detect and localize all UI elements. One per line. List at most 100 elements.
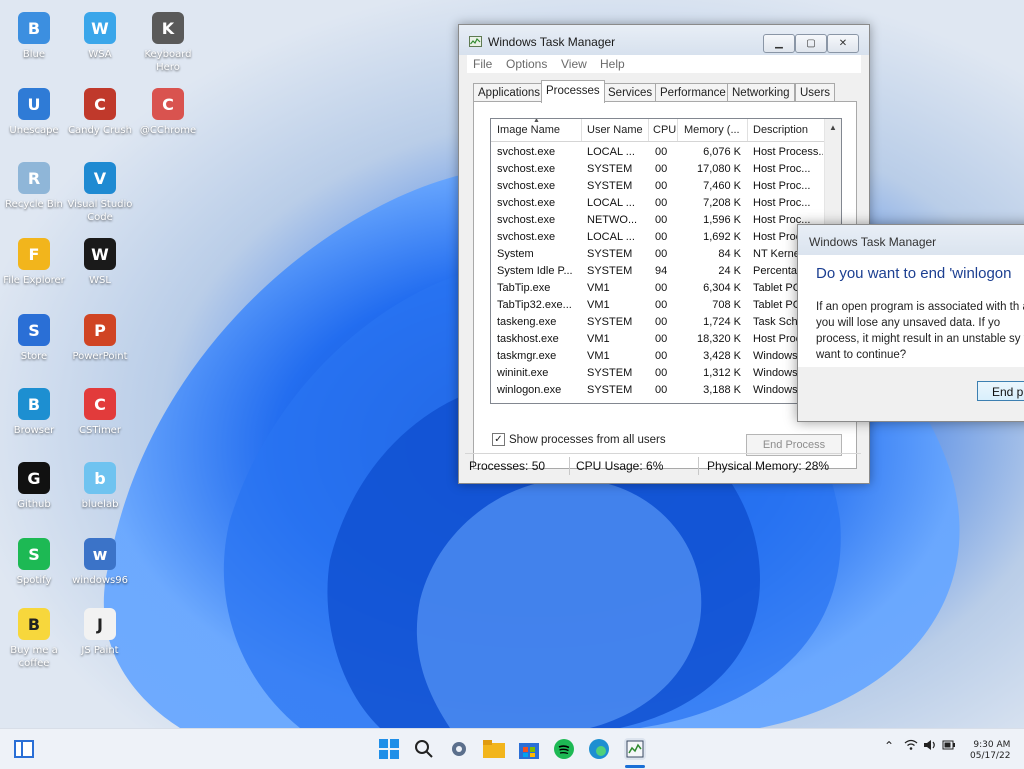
task-manager-taskbar-icon[interactable] xyxy=(624,738,646,760)
cell-image-name: TabTip32.exe... xyxy=(497,299,572,311)
start-icon[interactable] xyxy=(378,738,400,760)
tab-networking[interactable]: Networking xyxy=(727,83,795,102)
desktop-icon-powerpoint[interactable]: P PowerPoint xyxy=(66,314,134,363)
tab-processes[interactable]: Processes xyxy=(541,80,605,103)
system-clock[interactable]: 9:30 AM 05/17/22 xyxy=(970,740,1010,762)
battery-icon[interactable] xyxy=(942,739,956,754)
cell-cpu: 00 xyxy=(655,299,668,311)
column-cpu[interactable]: CPU xyxy=(653,124,676,136)
menu-file[interactable]: File xyxy=(473,57,492,71)
desktop-icon-recycle-bin[interactable]: R Recycle Bin xyxy=(0,162,68,211)
cell-image-name: svchost.exe xyxy=(497,214,556,226)
desktop-icon-unescape[interactable]: U Unescape xyxy=(0,88,68,137)
desktop-icon-candy-crush[interactable]: C Candy Crush xyxy=(66,88,134,137)
cell-image-name: taskhost.exe xyxy=(497,333,559,345)
close-button[interactable]: ✕ xyxy=(827,34,859,53)
keyboard-icon: K xyxy=(152,12,184,44)
desktop-icon-windows96[interactable]: w windows96 xyxy=(66,538,134,587)
tab-performance[interactable]: Performance xyxy=(655,83,731,102)
desktop-icon-spotify[interactable]: S Spotify xyxy=(0,538,68,587)
cell-user-name: LOCAL ... xyxy=(587,231,635,243)
menu-help[interactable]: Help xyxy=(600,57,625,71)
end-process-dialog[interactable]: Windows Task Manager Do you want to end … xyxy=(797,224,1024,422)
desktop-icon-blue[interactable]: B Blue xyxy=(0,12,68,61)
desktop-icon-wsl[interactable]: W WSL xyxy=(66,238,134,287)
task-view-icon[interactable] xyxy=(13,738,35,760)
menu-options[interactable]: Options xyxy=(506,57,547,71)
taskbar: ⌃ 9:30 AM 05/17/22 xyxy=(0,728,1024,769)
github-icon: G xyxy=(18,462,50,494)
desktop-icon--cchrome[interactable]: C @CChrome xyxy=(134,88,202,137)
cell-image-name: System xyxy=(497,248,534,260)
table-row[interactable]: svchost.exe NETWO... 00 1,596 K Host Proc... xyxy=(491,212,825,229)
scroll-up-icon[interactable]: ▲ xyxy=(829,123,837,132)
settings-icon[interactable] xyxy=(448,738,470,760)
table-row[interactable]: svchost.exe SYSTEM 00 7,460 K Host Proc... xyxy=(491,178,825,195)
desktop-icon-store[interactable]: S Store xyxy=(0,314,68,363)
wifi-icon[interactable] xyxy=(904,739,918,754)
table-row[interactable]: svchost.exe LOCAL ... 00 6,076 K Host Proces… xyxy=(491,144,825,161)
table-row[interactable]: wininit.exe SYSTEM 00 1,312 K Windows xyxy=(491,365,825,382)
maximize-button[interactable]: ▢ xyxy=(795,34,827,53)
cell-image-name: svchost.exe xyxy=(497,231,556,243)
table-row[interactable]: TabTip32.exe... VM1 00 708 K Tablet PC xyxy=(491,297,825,314)
store-icon[interactable] xyxy=(518,738,540,760)
table-row[interactable]: winlogon.exe SYSTEM 00 3,188 K Windows xyxy=(491,382,825,399)
table-row[interactable]: svchost.exe LOCAL ... 00 1,692 K Host Proc xyxy=(491,229,825,246)
cell-user-name: NETWO... xyxy=(587,214,638,226)
table-row[interactable]: System SYSTEM 00 84 K NT Kerne xyxy=(491,246,825,263)
table-row[interactable]: taskhost.exe VM1 00 18,320 K Host Proc xyxy=(491,331,825,348)
desktop-icon-browser[interactable]: B Browser xyxy=(0,388,68,437)
cell-image-name: svchost.exe xyxy=(497,180,556,192)
edge-icon[interactable] xyxy=(588,738,610,760)
desktop-icon-bluelab[interactable]: b bluelab xyxy=(66,462,134,511)
desktop-icon-keyboard-hero[interactable]: K Keyboard Hero xyxy=(134,12,202,74)
desktop-icon-cstimer[interactable]: C CSTimer xyxy=(66,388,134,437)
desktop-icon-buy-me-a-coffee[interactable]: B Buy me a coffee xyxy=(0,608,68,670)
desktop-icon-js-paint[interactable]: J JS Paint xyxy=(66,608,134,657)
column-image-name[interactable]: Image Name xyxy=(497,124,560,136)
column-description[interactable]: Description xyxy=(753,124,808,136)
status-memory: Physical Memory: 28% xyxy=(707,459,830,473)
end-process-confirm-button[interactable]: End pr xyxy=(977,381,1024,401)
task-manager-titlebar[interactable]: Windows Task Manager ▁ ▢ ✕ xyxy=(459,25,869,55)
volume-icon[interactable] xyxy=(923,739,937,754)
table-row[interactable]: taskeng.exe SYSTEM 00 1,724 K Task Sche xyxy=(491,314,825,331)
desktop-icon-label: Keyboard Hero xyxy=(144,49,192,73)
desktop-icon-label: File Explorer xyxy=(3,275,65,286)
desktop-icon-label: Browser xyxy=(13,425,55,436)
show-all-checkbox[interactable]: ✓ xyxy=(492,433,505,446)
table-row[interactable]: System Idle P... SYSTEM 94 24 K Percenta xyxy=(491,263,825,280)
file-explorer-icon[interactable] xyxy=(483,738,505,760)
desktop-icon-github[interactable]: G Github xyxy=(0,462,68,511)
cell-memory: 1,692 K xyxy=(703,231,741,243)
tab-applications[interactable]: Applications xyxy=(473,83,546,102)
desktop-icon-label: JS Paint xyxy=(81,645,119,656)
tab-users[interactable]: Users xyxy=(795,83,836,102)
cstimer-icon: C xyxy=(84,388,116,420)
column-user-name[interactable]: User Name xyxy=(587,124,643,136)
menu-view[interactable]: View xyxy=(561,57,587,71)
table-row[interactable]: TabTip.exe VM1 00 6,304 K Tablet PC xyxy=(491,280,825,297)
cell-user-name: SYSTEM xyxy=(587,248,633,260)
spotify-icon[interactable] xyxy=(553,738,575,760)
column-memory[interactable]: Memory (... xyxy=(684,124,740,136)
cell-user-name: VM1 xyxy=(587,282,610,294)
search-icon[interactable] xyxy=(413,738,435,760)
minimize-icon: ▁ xyxy=(775,38,783,49)
tab-services[interactable]: Services xyxy=(603,83,658,102)
recycle-bin-icon: R xyxy=(18,162,50,194)
desktop-icon-file-explorer[interactable]: F File Explorer xyxy=(0,238,68,287)
desktop-icon-wsa[interactable]: W WSA xyxy=(66,12,134,61)
desktop-icon-label: Spotify xyxy=(16,575,52,586)
table-row[interactable]: taskmgr.exe VM1 00 3,428 K Windows xyxy=(491,348,825,365)
desktop-icon-visual-studio-code[interactable]: V Visual Studio Code xyxy=(66,162,134,224)
dialog-titlebar[interactable]: Windows Task Manager xyxy=(798,225,1024,255)
process-list-header: Image Name ▲ User Name CPU Memory (... D… xyxy=(491,119,825,142)
table-row[interactable]: svchost.exe LOCAL ... 00 7,208 K Host Proc..… xyxy=(491,195,825,212)
minimize-button[interactable]: ▁ xyxy=(763,34,795,53)
show-all-processes[interactable]: ✓ Show processes from all users xyxy=(492,433,666,446)
tray-chevron-icon[interactable]: ⌃ xyxy=(884,739,894,753)
table-row[interactable]: svchost.exe SYSTEM 00 17,080 K Host Proc... xyxy=(491,161,825,178)
process-list[interactable]: Image Name ▲ User Name CPU Memory (... D… xyxy=(490,118,842,404)
